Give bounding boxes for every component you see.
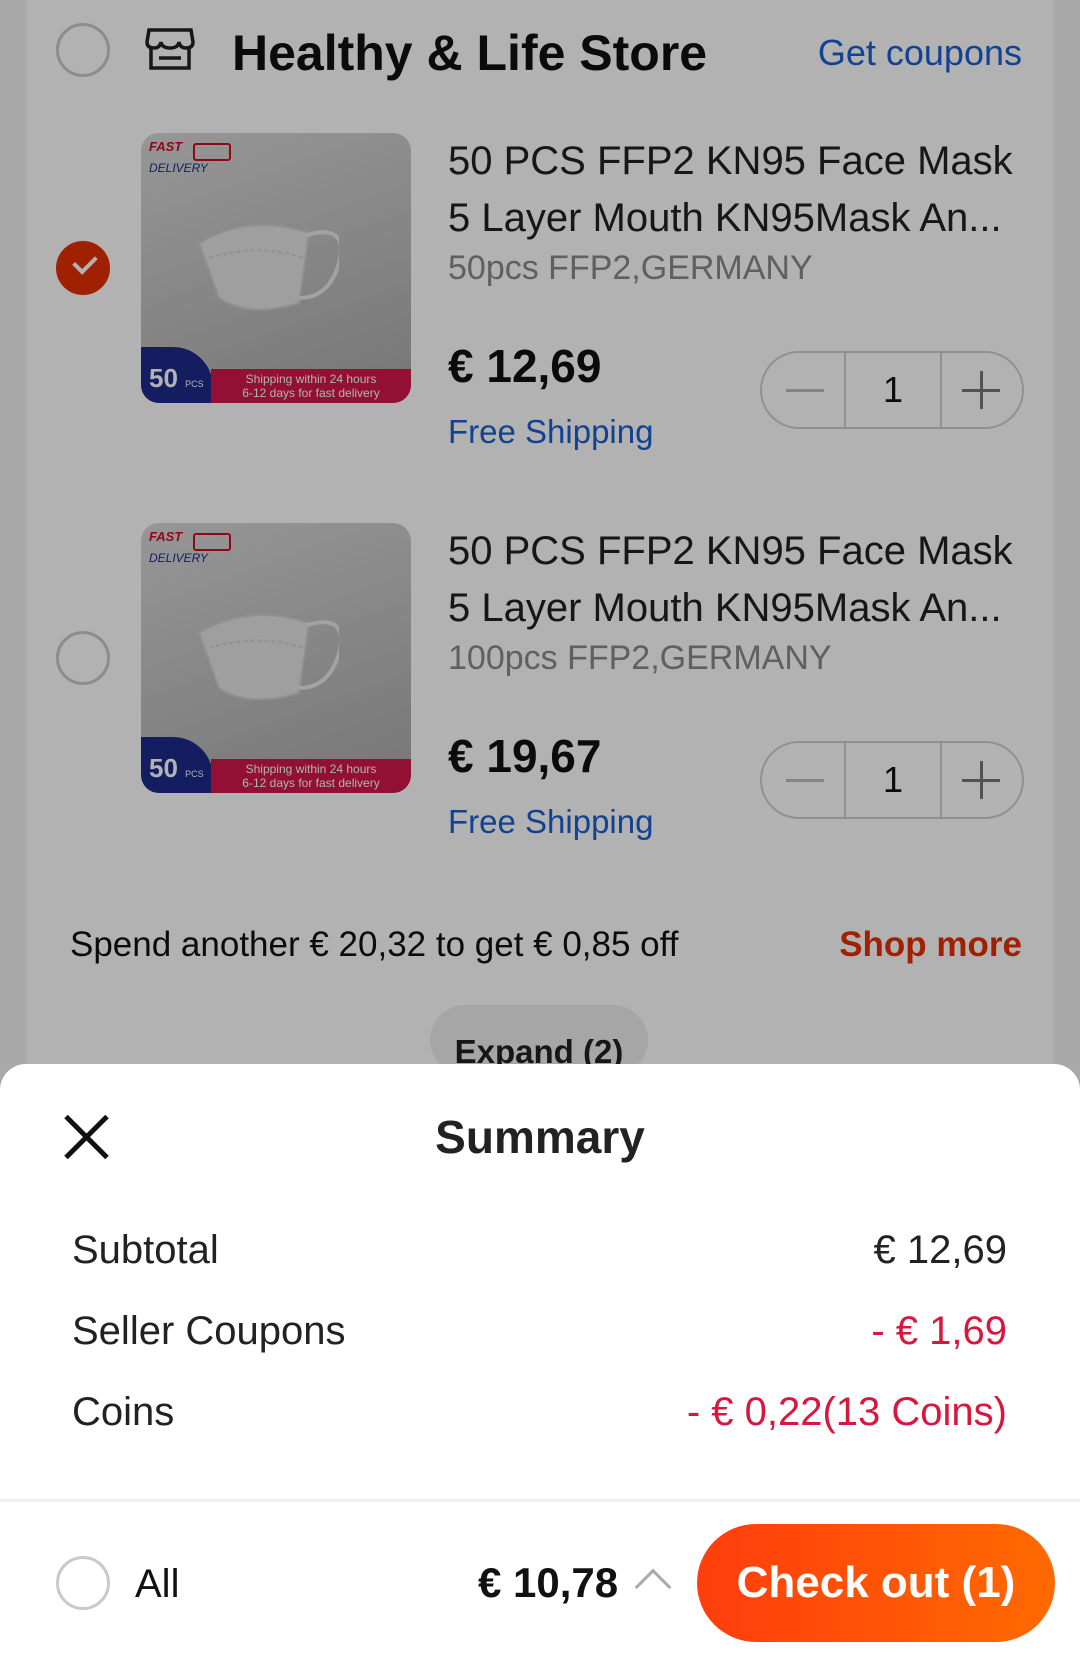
- seller-coupons-value: - € 1,69: [871, 1309, 1007, 1353]
- summary-sheet: Summary Subtotal € 12,69 Seller Coupons …: [0, 1064, 1080, 1667]
- select-all-radio[interactable]: [56, 1556, 110, 1610]
- subtotal-value: € 12,69: [873, 1228, 1007, 1272]
- seller-coupons-label: Seller Coupons: [72, 1309, 346, 1353]
- subtotal-label: Subtotal: [72, 1228, 219, 1272]
- select-all-label[interactable]: All: [135, 1562, 179, 1607]
- coins-label: Coins: [72, 1390, 175, 1434]
- subtotal-row: Subtotal € 12,69: [72, 1228, 1007, 1288]
- total-price: € 10,78: [478, 1559, 619, 1606]
- chevron-up-icon[interactable]: [634, 1568, 672, 1606]
- summary-title: Summary: [435, 1111, 645, 1163]
- coins-row: Coins - € 0,22(13 Coins): [72, 1390, 1007, 1450]
- coins-value: - € 0,22(13 Coins): [686, 1390, 1007, 1434]
- seller-coupons-row: Seller Coupons - € 1,69: [72, 1309, 1007, 1369]
- divider: [0, 1499, 1080, 1502]
- checkout-button[interactable]: Check out (1): [697, 1524, 1055, 1642]
